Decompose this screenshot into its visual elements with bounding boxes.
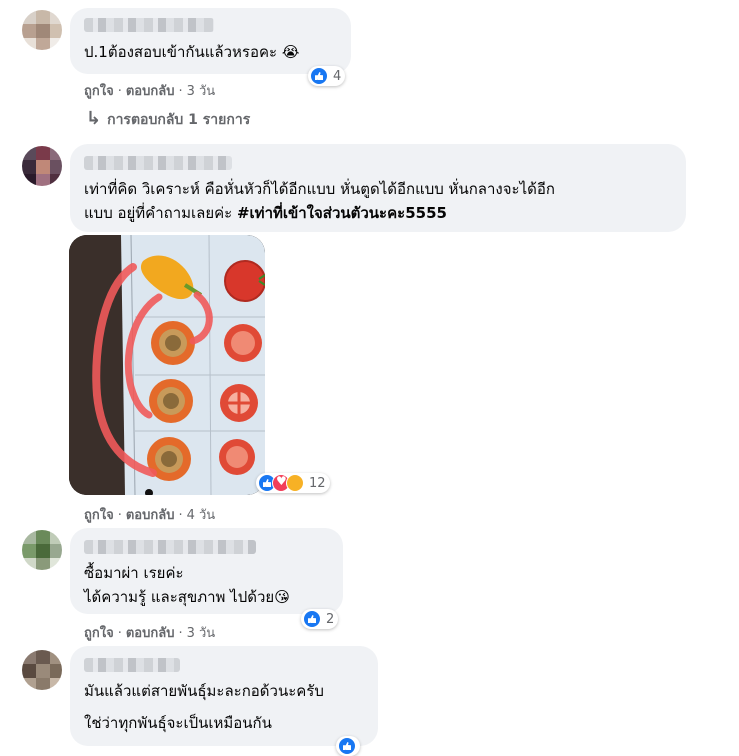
comment-bubble: เท่าที่คิด วิเคราะห์ คือหั่นหัวก็ได้อีกแ…: [70, 144, 686, 232]
comment-text-line-2: ใช่ว่าทุกพันธุ์จะเป็นเหมือนกัน: [84, 714, 272, 732]
timestamp[interactable]: 3 วัน: [187, 626, 216, 641]
comment-text-line-1: ซื้อมาผ่า เรยค่ะ: [84, 564, 184, 582]
comment-photo[interactable]: [69, 235, 265, 495]
reply-link[interactable]: ตอบกลับ: [126, 626, 175, 641]
like-reaction-icon: [303, 610, 321, 628]
comment-actions: ถูกใจ · ตอบกลับ · 3 วัน: [84, 84, 216, 99]
timestamp[interactable]: 3 วัน: [187, 84, 216, 99]
commenter-name[interactable]: [84, 18, 214, 32]
avatar[interactable]: [22, 650, 62, 690]
reaction-summary[interactable]: 12: [256, 473, 330, 493]
commenter-name[interactable]: [84, 540, 256, 554]
reaction-count: 4: [333, 68, 342, 84]
comment-text-line-2: แบบ อยู่ที่คำถามเลยค่ะ #เท่าที่เข้าใจส่ว…: [84, 204, 447, 222]
like-reaction-icon: [310, 67, 328, 85]
commenter-name[interactable]: [84, 658, 180, 672]
reaction-count: 2: [326, 611, 335, 627]
view-replies-link[interactable]: ↳ การตอบกลับ 1 รายการ: [86, 108, 250, 131]
timestamp[interactable]: 4 วัน: [187, 508, 216, 523]
avatar[interactable]: [22, 530, 62, 570]
commenter-name[interactable]: [84, 156, 232, 170]
like-reaction-icon: [338, 737, 356, 755]
comment-actions: ถูกใจ · ตอบกลับ · 4 วัน: [84, 508, 216, 523]
comment-text: ป.1ต้องสอบเข้ากันแล้วหรอคะ 😭: [84, 43, 300, 61]
like-link[interactable]: ถูกใจ: [84, 626, 114, 641]
comment-bubble: ซื้อมาผ่า เรยค่ะ ได้ความรู้ และสุขภาพ ไป…: [70, 528, 343, 614]
comment-text-line-1: มันแล้วแต่สายพันธุ์มะละกอด้วนะครับ: [84, 682, 324, 700]
care-reaction-icon: [286, 474, 304, 492]
reaction-summary[interactable]: 4: [308, 66, 346, 86]
reaction-summary[interactable]: [336, 736, 360, 756]
comment-text-line-2: ได้ความรู้ และสุขภาพ ไปด้วย😘: [84, 588, 290, 606]
reply-link[interactable]: ตอบกลับ: [126, 84, 175, 99]
reply-arrow-icon: ↳: [86, 108, 102, 129]
hashtag-link[interactable]: #เท่าที่เข้าใจส่วนตัวนะคะ5555: [237, 204, 447, 222]
reaction-summary[interactable]: 2: [301, 609, 339, 629]
comment-text-line-1: เท่าที่คิด วิเคราะห์ คือหั่นหัวก็ได้อีกแ…: [84, 180, 555, 198]
comment-actions: ถูกใจ · ตอบกลับ · 3 วัน: [84, 626, 216, 641]
papaya-tomato-photo: [69, 235, 265, 495]
comment-bubble: ป.1ต้องสอบเข้ากันแล้วหรอคะ 😭: [70, 8, 351, 74]
like-link[interactable]: ถูกใจ: [84, 84, 114, 99]
view-replies-label: การตอบกลับ 1 รายการ: [107, 112, 251, 128]
avatar[interactable]: [22, 10, 62, 50]
reaction-count: 12: [309, 475, 326, 491]
reply-link[interactable]: ตอบกลับ: [126, 508, 175, 523]
comment-bubble: มันแล้วแต่สายพันธุ์มะละกอด้วนะครับ ใช่ว่…: [70, 646, 378, 746]
like-link[interactable]: ถูกใจ: [84, 508, 114, 523]
avatar[interactable]: [22, 146, 62, 186]
